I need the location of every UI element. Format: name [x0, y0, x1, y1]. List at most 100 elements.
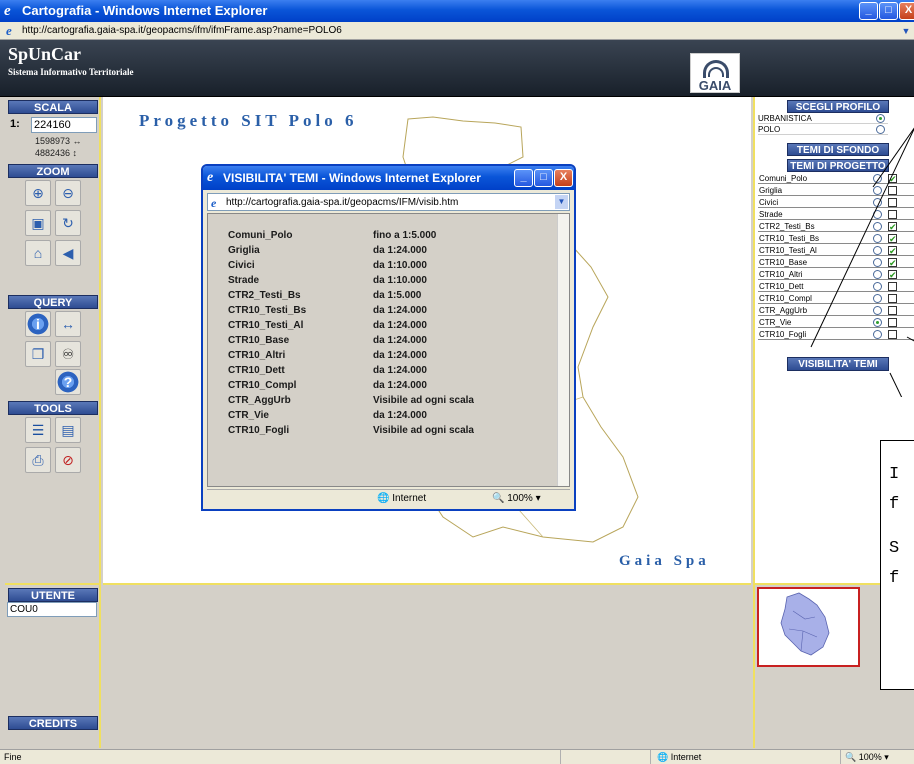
credits-button[interactable]: CREDITS — [8, 716, 98, 730]
left-toolbar: SCALA 1: 224160 1598973 ↔ 4882436 ↕ ZOOM… — [5, 97, 101, 583]
user-panel: UTENTE COU0 CREDITS — [5, 583, 101, 748]
annotation-arrows — [810, 127, 914, 397]
visibility-theme: CTR10_Base — [228, 335, 290, 346]
visibility-scale: da 1:24.000 — [373, 335, 427, 346]
visibility-theme: CTR10_Dett — [228, 365, 285, 376]
zoom-in-icon[interactable]: ⊕ — [25, 180, 51, 206]
visibility-theme: CTR2_Testi_Bs — [228, 290, 301, 301]
info-icon[interactable]: i — [25, 311, 51, 337]
ie-logo-icon: e — [207, 170, 214, 185]
visibility-row: Griglia da 1:24.000 — [228, 245, 548, 259]
legend-icon[interactable]: ☰ — [25, 417, 51, 443]
visibility-scale: da 1:10.000 — [373, 275, 427, 286]
visibility-theme: Griglia — [228, 245, 260, 256]
address-bar[interactable]: e http://cartografia.gaia-spa.it/geopacm… — [0, 22, 914, 40]
visibility-row: Civici da 1:10.000 — [228, 260, 548, 274]
popup-maximize-button[interactable]: □ — [534, 169, 553, 187]
popup-title-bar: e VISIBILITA' TEMI - Windows Internet Ex… — [203, 166, 574, 190]
visibility-scale: da 1:24.000 — [373, 410, 427, 421]
visibility-scale: Visibile ad ogni scala — [373, 395, 474, 406]
visibility-scale: da 1:24.000 — [373, 305, 427, 316]
clear-icon[interactable]: ⊘ — [55, 447, 81, 473]
visibility-theme: CTR10_Altri — [228, 350, 286, 361]
overview-shape — [780, 592, 830, 656]
zoom-header: ZOOM — [8, 164, 98, 178]
visibility-scale: da 1:10.000 — [373, 260, 427, 271]
popup-address-dropdown-icon[interactable]: ▼ — [555, 195, 568, 209]
visibility-popup-window[interactable]: e VISIBILITA' TEMI - Windows Internet Ex… — [201, 164, 576, 511]
popup-address-bar[interactable]: e http://cartografia.gaia-spa.it/geopacm… — [207, 193, 570, 211]
map-title: Progetto SIT Polo 6 — [139, 111, 358, 130]
visibility-theme: Strade — [228, 275, 260, 286]
overview-map[interactable] — [757, 587, 860, 667]
visibility-row: CTR2_Testi_Bs da 1:5.000 — [228, 290, 548, 304]
annotation-line: I — [889, 465, 900, 484]
home-extent-icon[interactable]: ⌂ — [25, 240, 51, 266]
scala-prefix: 1: — [10, 118, 20, 130]
popup-close-button[interactable]: X — [554, 169, 573, 187]
visibility-theme: CTR10_Fogli — [228, 425, 290, 436]
zoom-previous-icon[interactable]: ◀ — [55, 240, 81, 266]
minimize-button[interactable]: _ — [859, 2, 878, 20]
visibility-scale: da 1:24.000 — [373, 380, 427, 391]
windows-icon[interactable]: ❐ — [25, 341, 51, 367]
gaia-logo: GAIA — [690, 53, 740, 93]
visibility-row: CTR10_Dett da 1:24.000 — [228, 365, 548, 379]
popup-content: Comuni_Polo fino a 1:5.000 Griglia da 1:24.… — [207, 213, 570, 487]
popup-zone: 🌐 Internet — [377, 493, 427, 504]
visibility-row: CTR_AggUrb Visibile ad ogni scala — [228, 395, 548, 409]
visibility-scale: da 1:24.000 — [373, 365, 427, 376]
maximize-button[interactable]: □ — [879, 2, 898, 20]
annotation-line: f — [889, 569, 900, 588]
address-dropdown-icon[interactable]: ▼ — [900, 24, 912, 38]
visibility-row: CTR10_Testi_Al da 1:24.000 — [228, 320, 548, 334]
visibility-row: Comuni_Polo fino a 1:5.000 — [228, 230, 548, 244]
visibility-theme: CTR10_Compl — [228, 380, 297, 391]
utente-header: UTENTE — [8, 588, 98, 602]
popup-address-text[interactable]: http://cartografia.gaia-spa.it/geopacms/… — [226, 197, 458, 208]
tools-header: TOOLS — [8, 401, 98, 415]
annotation-line: f — [889, 495, 900, 514]
info-area — [103, 583, 751, 748]
address-text[interactable]: http://cartografia.gaia-spa.it/geopacms/… — [22, 25, 342, 36]
visibility-scale: da 1:24.000 — [373, 320, 427, 331]
query-header: QUERY — [8, 295, 98, 309]
close-button[interactable]: X — [899, 2, 914, 20]
status-cell — [560, 750, 590, 764]
page-icon: e — [211, 196, 217, 210]
window-title-bar: e Cartografia - Windows Internet Explore… — [0, 0, 914, 22]
status-zoom[interactable]: 🔍 100% ▾ — [840, 750, 914, 764]
popup-title: VISIBILITA' TEMI - Windows Internet Expl… — [223, 171, 481, 185]
visibility-row: CTR10_Altri da 1:24.000 — [228, 350, 548, 364]
visibility-row: CTR_Vie da 1:24.000 — [228, 410, 548, 424]
visibility-row: CTR10_Compl da 1:24.000 — [228, 380, 548, 394]
measure-icon[interactable]: ↔ — [55, 311, 81, 337]
zoom-out-icon[interactable]: ⊖ — [55, 180, 81, 206]
popup-minimize-button[interactable]: _ — [514, 169, 533, 187]
status-zone: 🌐 Internet — [650, 750, 830, 764]
scala-input[interactable]: 224160 — [31, 117, 97, 133]
visibility-scale: da 1:24.000 — [373, 245, 427, 256]
zoom-refresh-icon[interactable]: ↻ — [55, 210, 81, 236]
page-icon: e — [6, 23, 12, 38]
help-icon[interactable]: ? — [55, 369, 81, 395]
app-title: SpUnCar — [8, 44, 82, 64]
visibility-scale: Visibile ad ogni scala — [373, 425, 474, 436]
visibility-row: CTR10_Testi_Bs da 1:24.000 — [228, 305, 548, 319]
visibility-row: CTR10_Base da 1:24.000 — [228, 335, 548, 349]
zoom-window-icon[interactable]: ▣ — [25, 210, 51, 236]
coord-x: 1598973 ↔ — [35, 136, 82, 146]
visibility-scale: da 1:5.000 — [373, 290, 422, 301]
popup-scrollbar[interactable] — [557, 214, 569, 486]
binoculars-icon[interactable]: ♾ — [55, 341, 81, 367]
popup-status-bar: 🌐 Internet 🔍 100% ▾ — [207, 489, 570, 507]
annotation-box: I f S f — [880, 440, 914, 690]
popup-zoom[interactable]: 🔍 100% ▾ — [492, 493, 541, 504]
visibility-row: CTR10_Fogli Visibile ad ogni scala — [228, 425, 548, 439]
layers-icon[interactable]: ▤ — [55, 417, 81, 443]
utente-input[interactable]: COU0 — [7, 602, 97, 617]
scala-header: SCALA — [8, 100, 98, 114]
visibility-theme: CTR10_Testi_Al — [228, 320, 304, 331]
print-icon[interactable]: ⎙ — [25, 447, 51, 473]
visibility-theme: Civici — [228, 260, 255, 271]
